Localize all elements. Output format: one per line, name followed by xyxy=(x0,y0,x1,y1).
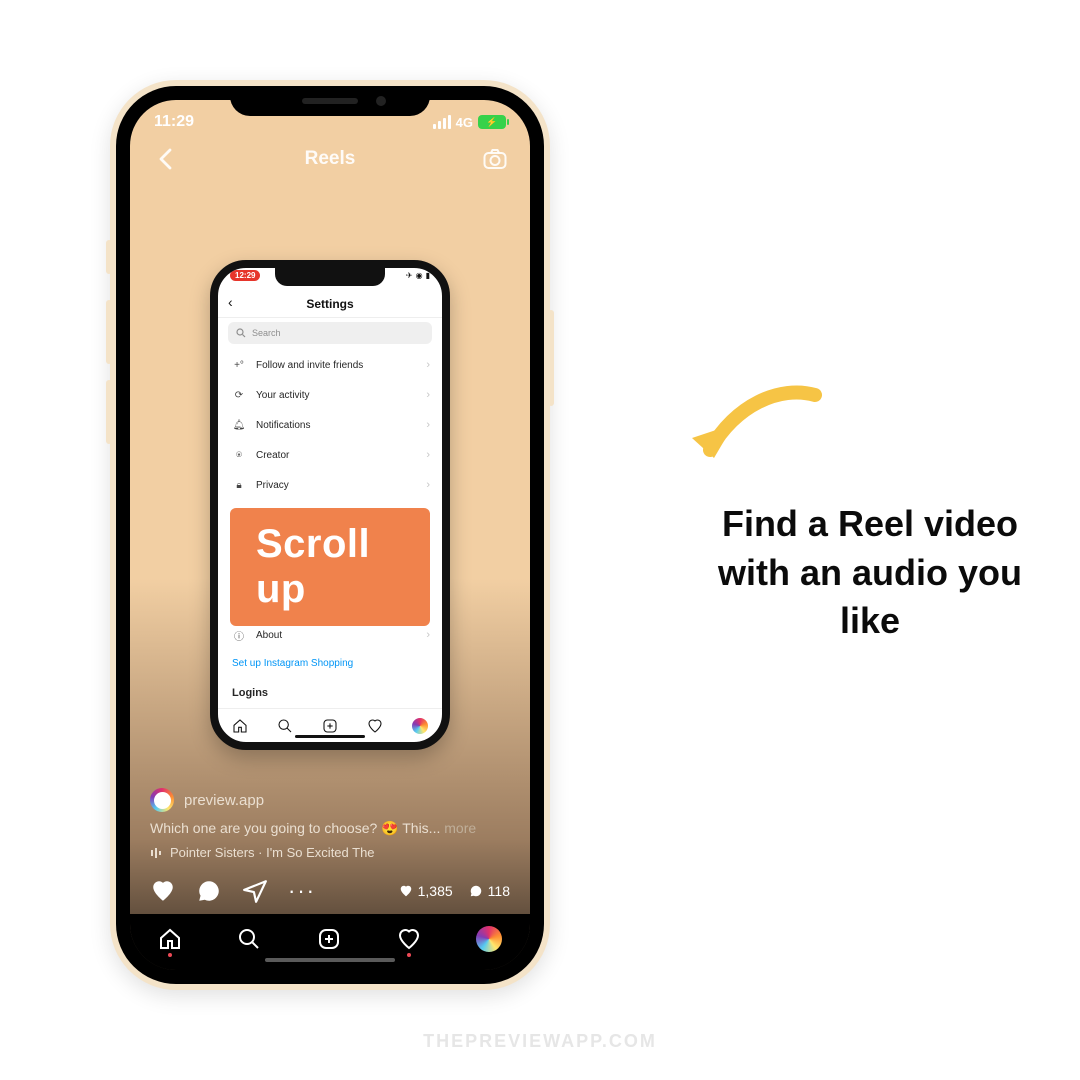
inner-battery-icon: ▮ xyxy=(426,271,430,280)
inner-profile-icon[interactable] xyxy=(412,718,428,734)
more-icon[interactable]: ··· xyxy=(288,878,316,904)
chevron-right-icon: › xyxy=(426,479,430,491)
row-activity[interactable]: ⟳ Your activity › xyxy=(218,380,442,410)
inner-status-time: 12:29 xyxy=(230,270,260,281)
inner-home-icon[interactable] xyxy=(232,718,248,734)
share-icon[interactable] xyxy=(242,878,268,904)
chevron-right-icon: › xyxy=(426,419,430,431)
phone-power-button xyxy=(548,310,554,406)
row-notifications[interactable]: 🔔︎ Notifications › xyxy=(218,410,442,440)
inner-home-indicator xyxy=(295,735,365,738)
caption-text: Which one are you going to choose? xyxy=(150,820,381,836)
nav-profile-icon[interactable] xyxy=(476,926,502,952)
reels-title: Reels xyxy=(178,148,482,170)
user-plus-icon: +° xyxy=(232,360,246,371)
inner-create-icon[interactable] xyxy=(322,718,338,734)
inner-phone: 12:29 ✈ ◉ ▮ ‹ Settings Search +°Fo xyxy=(210,260,450,750)
phone-volume-up xyxy=(106,300,112,364)
search-placeholder: Search xyxy=(252,328,281,338)
logins-heading: Logins xyxy=(218,677,442,703)
status-time: 11:29 xyxy=(154,113,194,131)
row-label: About xyxy=(256,630,282,641)
watermark: THEPREVIEWAPP.COM xyxy=(0,1031,1080,1052)
caption-more[interactable]: more xyxy=(444,820,476,836)
row-privacy[interactable]: 🔒︎ Privacy › xyxy=(218,470,442,500)
chevron-right-icon: › xyxy=(426,389,430,401)
comment-count: 118 xyxy=(469,883,510,899)
home-indicator xyxy=(265,958,395,962)
like-icon[interactable] xyxy=(150,878,176,904)
row-label: Privacy xyxy=(256,480,289,491)
reel-caption[interactable]: Which one are you going to choose? 😍 Thi… xyxy=(150,820,510,837)
reel-user-row[interactable]: preview.app xyxy=(150,788,510,812)
row-label: Your activity xyxy=(256,390,310,401)
pointer-arrow xyxy=(680,380,830,490)
reel-audio-text: Pointer Sisters · I'm So Excited The xyxy=(170,845,375,860)
reel-overlay-label: Scroll up xyxy=(230,508,430,626)
reel-username: preview.app xyxy=(184,792,264,809)
creator-icon: ⍟ xyxy=(232,450,246,461)
chevron-right-icon: › xyxy=(426,359,430,371)
signal-icon xyxy=(433,115,451,129)
row-follow[interactable]: +° Follow and invite friends › xyxy=(218,350,442,380)
inner-search-icon[interactable] xyxy=(277,718,293,734)
back-icon[interactable] xyxy=(152,146,178,172)
chevron-right-icon: › xyxy=(426,449,430,461)
wifi-icon: ◉ xyxy=(416,271,423,280)
row-creator[interactable]: ⍟ Creator › xyxy=(218,440,442,470)
row-label: Creator xyxy=(256,450,289,461)
caption-suffix: This... xyxy=(399,820,441,836)
clock-icon: ⟳ xyxy=(232,390,246,401)
phone-notch xyxy=(230,86,430,116)
phone-bezel: 11:29 4G ⚡ Reels xyxy=(116,86,544,984)
chevron-right-icon: › xyxy=(426,629,430,641)
phone-volume-down xyxy=(106,380,112,444)
lock-icon: 🔒︎ xyxy=(232,480,246,491)
inner-search-field[interactable]: Search xyxy=(228,322,432,344)
row-label: Follow and invite friends xyxy=(256,360,363,371)
reel-user-avatar xyxy=(150,788,174,812)
nav-activity-icon[interactable] xyxy=(397,927,421,951)
phone-frame: 11:29 4G ⚡ Reels xyxy=(110,80,550,990)
status-right: 4G ⚡ xyxy=(433,115,506,130)
nav-home-icon[interactable] xyxy=(158,927,182,951)
audio-bars-icon xyxy=(150,847,162,859)
inner-activity-icon[interactable] xyxy=(367,718,383,734)
row-label: Notifications xyxy=(256,420,310,431)
bell-icon: 🔔︎ xyxy=(232,420,246,431)
search-icon xyxy=(236,328,246,338)
reel-meta: preview.app Which one are you going to c… xyxy=(130,788,530,860)
heart-eyes-emoji: 😍 xyxy=(381,820,398,836)
instruction-text: Find a Reel video with an audio you like xyxy=(700,500,1040,646)
comment-icon[interactable] xyxy=(196,878,222,904)
inner-header-title: Settings xyxy=(218,290,442,318)
shopping-link[interactable]: Set up Instagram Shopping xyxy=(218,650,442,677)
airplane-icon: ✈ xyxy=(406,271,413,280)
camera-icon[interactable] xyxy=(482,146,508,172)
inner-status-icons: ✈ ◉ ▮ xyxy=(406,271,430,280)
reel-audio-row[interactable]: Pointer Sisters · I'm So Excited The xyxy=(150,845,510,860)
nav-create-icon[interactable] xyxy=(317,927,341,951)
info-icon: ⓘ xyxy=(232,628,246,643)
reel-actions: ··· 1,385 118 xyxy=(130,878,530,904)
phone-screen: 11:29 4G ⚡ Reels xyxy=(130,100,530,970)
network-label: 4G xyxy=(456,115,473,130)
nav-search-icon[interactable] xyxy=(237,927,261,951)
reels-header: Reels xyxy=(130,146,530,172)
inner-notch xyxy=(275,268,385,286)
battery-icon: ⚡ xyxy=(478,115,506,129)
comment-count-value: 118 xyxy=(488,883,510,899)
like-count: 1,385 xyxy=(399,883,453,899)
phone-mute-switch xyxy=(106,240,112,274)
like-count-value: 1,385 xyxy=(418,883,453,899)
